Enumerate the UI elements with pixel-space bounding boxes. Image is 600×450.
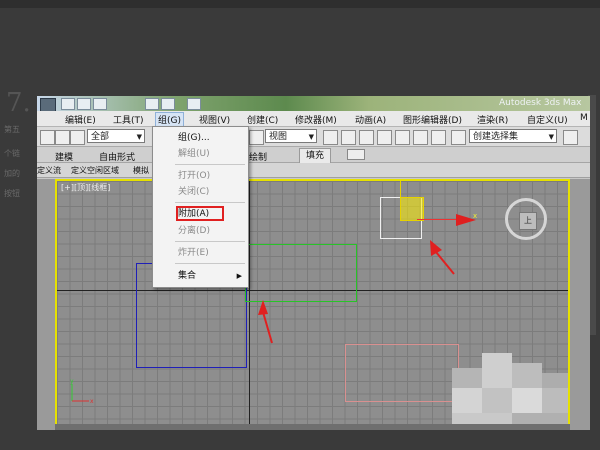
- group-menu-dropdown: 组(G)... 解组(U) 打开(O) 关闭(C) 附加(A) 分离(D) 炸开…: [152, 126, 249, 288]
- menu-item-detach[interactable]: 分离(D): [153, 223, 248, 239]
- menu-separator: [175, 164, 245, 165]
- red-arrow-axis-icon: [456, 214, 476, 226]
- menu-separator: [175, 263, 245, 264]
- attach-highlight-box: [176, 206, 224, 221]
- red-arrow-right-shaft: [435, 251, 455, 275]
- annotation-arrows: [258, 214, 476, 344]
- menu-item-close[interactable]: 关闭(C): [153, 184, 248, 200]
- menu-separator: [175, 202, 245, 203]
- submenu-arrow-icon: ▶: [236, 272, 242, 280]
- red-arrow-left-shaft: [262, 311, 273, 344]
- menu-item-explode[interactable]: 炸开(E): [153, 245, 248, 261]
- menu-item-ungroup[interactable]: 解组(U): [153, 146, 248, 162]
- menu-item-open[interactable]: 打开(O): [153, 168, 248, 184]
- menu-item-assembly[interactable]: 集合 ▶: [153, 268, 248, 284]
- red-arrow-right-icon: [430, 240, 442, 256]
- menu-item-group[interactable]: 组(G)...: [153, 130, 248, 146]
- menu-item-assembly-label: 集合: [178, 271, 197, 281]
- menu-separator: [175, 241, 245, 242]
